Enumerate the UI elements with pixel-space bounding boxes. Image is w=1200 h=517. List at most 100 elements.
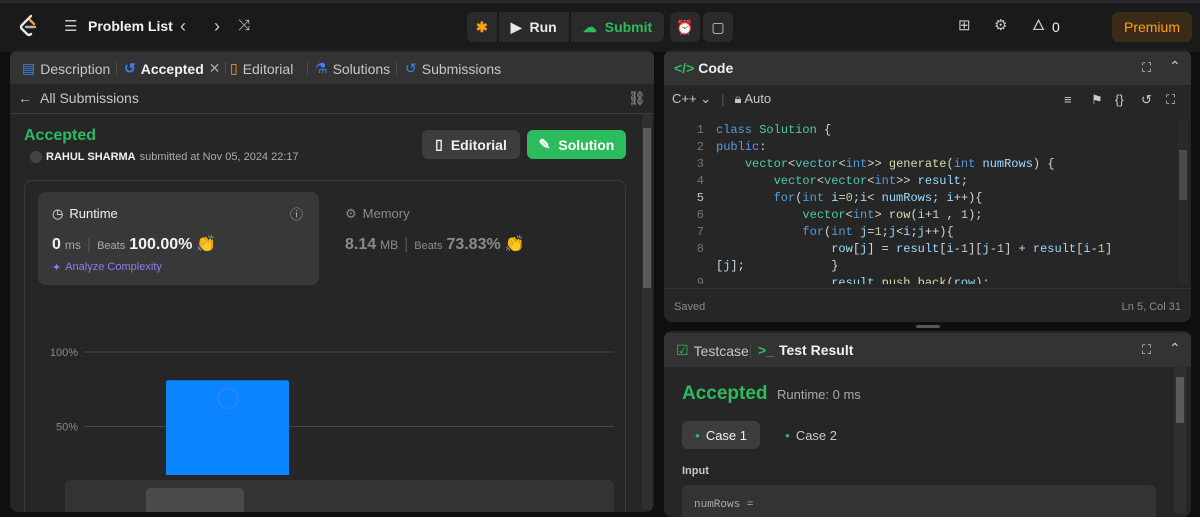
separator: |	[404, 236, 409, 253]
analyze-complexity-label: Analyze Complexity	[65, 261, 162, 273]
test-result-panel: ☑ Testcase >_ Test Result ⛶ ⌃ Accepted Run…	[664, 331, 1191, 517]
run-submit-group: ✱ ▶ Run ☁ Submit	[467, 12, 665, 42]
layout-icon[interactable]: ⊞	[958, 16, 971, 36]
code-text: row[j] = result[i-1][j-1] + result[i-1]	[831, 242, 1113, 256]
terminal-icon: >_	[758, 342, 774, 358]
notes-button[interactable]: ▢	[703, 12, 733, 42]
memory-stats: 8.14 MB | Beats 73.83% 👏	[345, 234, 525, 254]
bookmark-icon[interactable]: ⚑	[1091, 92, 1103, 108]
solution-button[interactable]: ✎ Solution	[527, 130, 626, 159]
analyze-complexity-link[interactable]: ✦ Analyze Complexity	[52, 261, 162, 274]
editorial-button[interactable]: ▯ Editorial	[422, 130, 520, 159]
tab-testcase-label: Testcase	[693, 342, 749, 359]
auto-toggle[interactable]: 🔒︎ Auto	[735, 91, 772, 107]
submission-panel: ▤ Description ↺ Accepted ✕ ▯ Editorial ⚗ Solu…	[10, 50, 654, 512]
result-scrollbar-thumb[interactable]	[1176, 377, 1184, 423]
fullscreen-icon[interactable]: ⛶	[1166, 92, 1175, 108]
leetcode-logo-icon[interactable]	[18, 14, 40, 38]
fire-icon[interactable]: 🜂	[1032, 16, 1045, 36]
flask-icon: ⚗	[315, 60, 328, 76]
run-button[interactable]: ▶ Run	[498, 12, 569, 42]
gear-icon[interactable]: ⚙	[994, 16, 1007, 36]
editor-statusbar: Saved Ln 5, Col 31	[664, 288, 1191, 322]
tab-testcase[interactable]: ☑ Testcase	[676, 342, 749, 359]
runtime-card[interactable]: ◷ Runtime ⓘ 0 ms | Beats 100.00% 👏 ✦ Analy…	[38, 192, 319, 285]
result-scrollbar[interactable]	[1174, 367, 1186, 513]
language-select[interactable]: C++ ⌄	[672, 91, 711, 107]
close-icon[interactable]: ✕	[209, 60, 221, 77]
timer-button[interactable]: ⏰	[670, 12, 700, 42]
code-text: vector<vector<int>> generate(int numRows…	[744, 157, 1055, 171]
chevron-up-icon[interactable]: ⌃	[1169, 340, 1181, 357]
memory-label: Memory	[362, 206, 410, 221]
code-text: result.push_back(row);	[831, 276, 990, 284]
tab-divider	[750, 344, 751, 358]
resize-handle[interactable]	[916, 325, 940, 328]
top-divider	[0, 0, 1200, 3]
divider	[10, 113, 654, 114]
submitter-info: RAHUL SHARMA submitted at Nov 05, 2024 2…	[30, 151, 299, 163]
code-text: vector<vector<int>> result;	[773, 174, 969, 188]
problem-list-link[interactable]: Problem List	[88, 18, 173, 34]
scrollbar[interactable]	[642, 114, 652, 510]
tab-description[interactable]: ▤ Description	[22, 60, 110, 77]
reset-icon[interactable]: ↺	[1141, 92, 1152, 108]
code-editor[interactable]: 1 class Solution {2 public: 3 vector<vector…	[664, 120, 1174, 284]
memory-title[interactable]: ⚙ Memory	[345, 206, 410, 222]
all-submissions-label: All Submissions	[40, 90, 139, 106]
prev-problem-icon[interactable]: ‹	[180, 16, 186, 36]
tab-test-result[interactable]: >_ Test Result	[758, 342, 853, 358]
submit-button[interactable]: ☁ Submit	[570, 12, 665, 42]
memory-unit: MB	[380, 238, 399, 252]
list-icon[interactable]: ☰	[64, 17, 77, 37]
result-tab-bar: ☑ Testcase >_ Test Result ⛶ ⌃	[664, 333, 1191, 367]
shuffle-icon[interactable]: ⤨	[238, 16, 250, 36]
link-icon[interactable]: ⛓	[628, 90, 646, 107]
history-icon: ↺	[405, 60, 417, 76]
runtime-beats-label: Beats	[97, 240, 126, 252]
editor-scrollbar[interactable]	[1178, 120, 1188, 284]
next-problem-icon[interactable]: ›	[214, 16, 220, 36]
format-icon[interactable]: ≡	[1064, 92, 1072, 107]
expand-icon[interactable]: ⛶	[1142, 60, 1151, 76]
code-panel: </> Code ⛶ ⌃ C++ ⌄ | 🔒︎ Auto ≡ ⚑ {} ↺ ⛶ 1…	[664, 50, 1191, 322]
case-1-tab[interactable]: ● Case 1	[682, 421, 760, 449]
debug-button[interactable]: ✱	[467, 12, 497, 42]
runtime-title: ◷ Runtime	[52, 206, 118, 222]
top-bar: ☰ Problem List ‹ › ⤨ ✱ ▶ Run ☁ Submit ⏰ ▢ …	[0, 0, 1200, 52]
code-brackets-icon: </>	[674, 60, 695, 76]
back-to-submissions[interactable]: ← All Submissions	[18, 90, 139, 106]
scrollbar-thumb[interactable]	[643, 128, 651, 288]
premium-button[interactable]: Premium	[1112, 12, 1192, 42]
result-status: Accepted	[682, 383, 768, 404]
input-label: Input	[682, 465, 709, 477]
runtime-label: Runtime	[69, 206, 118, 221]
note-icon: ▢	[711, 18, 725, 35]
code-title-label: Code	[698, 60, 734, 76]
tab-accepted[interactable]: ↺ Accepted ✕	[124, 60, 221, 77]
editor-scrollbar-thumb[interactable]	[1179, 150, 1187, 200]
separator: |	[721, 91, 725, 107]
expand-icon[interactable]: ⛶	[1142, 342, 1151, 358]
mini-chart-container	[65, 480, 614, 512]
language-label: C++	[672, 91, 697, 106]
tab-editorial[interactable]: ▯ Editorial	[230, 60, 293, 77]
chart-bar[interactable]	[166, 380, 289, 475]
braces-icon[interactable]: {}	[1115, 92, 1124, 107]
tab-test-result-label: Test Result	[778, 342, 854, 358]
tab-solutions[interactable]: ⚗ Solutions	[315, 60, 390, 77]
username[interactable]: RAHUL SHARMA	[46, 151, 136, 163]
editor-toolbar: C++ ⌄ | 🔒︎ Auto	[672, 91, 771, 107]
code-title: </> Code	[674, 60, 733, 76]
tab-submissions[interactable]: ↺ Submissions	[405, 60, 501, 77]
tab-divider	[396, 62, 397, 76]
info-icon[interactable]: ⓘ	[290, 204, 303, 223]
case-1-label: Case 1	[705, 427, 748, 443]
runtime-distribution-chart: 100%50%0%1ms	[50, 347, 614, 475]
case-2-tab[interactable]: ● Case 2	[772, 421, 850, 449]
chevron-down-icon: ⌄	[700, 91, 712, 106]
saved-status: Saved	[674, 301, 706, 313]
tab-accepted-label: Accepted	[140, 60, 204, 77]
alarm-icon: ⏰	[676, 18, 694, 35]
chevron-up-icon[interactable]: ⌃	[1169, 58, 1181, 75]
